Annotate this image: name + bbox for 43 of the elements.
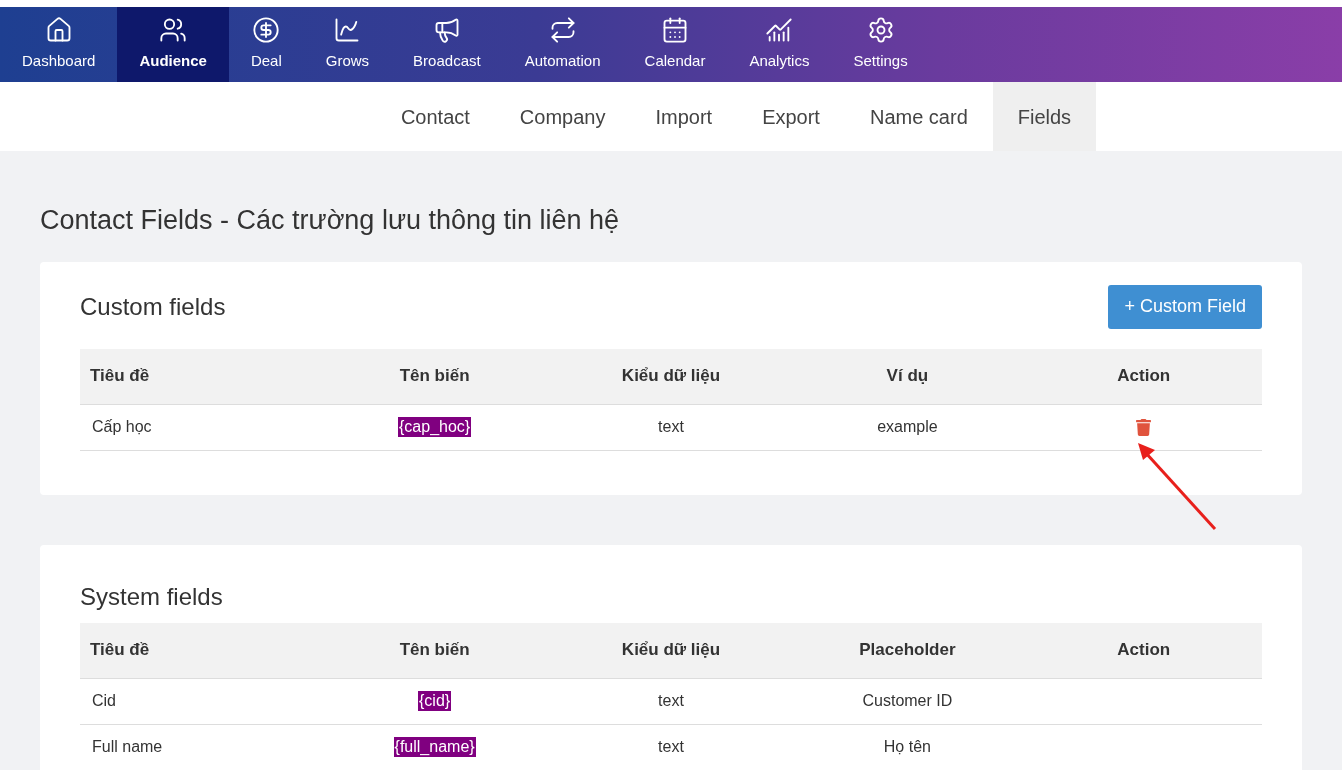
column-header: Kiểu dữ liệu [621, 639, 721, 662]
nav-item[interactable]: Deal [228, 7, 304, 82]
nav-item[interactable]: Grows [303, 7, 392, 82]
sub-tab[interactable]: Name card [844, 82, 993, 151]
section-title: Custom fields [80, 291, 226, 322]
table-cell-text: text [658, 691, 684, 711]
nav-item[interactable]: Automation [502, 7, 623, 82]
nav-item[interactable]: Calendar [622, 7, 728, 82]
sub-tab[interactable]: Fields [992, 82, 1097, 151]
table-cell-text: example [877, 417, 938, 437]
sub-tab[interactable]: Export [737, 82, 845, 151]
column-header: Tên biến [399, 639, 470, 662]
variable-tag: {full_name} [393, 737, 476, 757]
nav-item[interactable]: Analytics [727, 7, 832, 82]
column-header: Tiêu đề [89, 365, 150, 388]
table-cell-text: Cấp học [91, 417, 152, 437]
column-header: Placeholder [859, 639, 956, 662]
sub-tab[interactable]: Import [630, 82, 738, 151]
table-cell-text: Cid [91, 691, 116, 711]
nav-item[interactable]: Broadcast [391, 7, 503, 82]
sub-tab[interactable]: Contact [375, 82, 495, 151]
page-title: Contact Fields - Các trường lưu thông tin liên hệ [40, 204, 621, 237]
nav-item[interactable]: Dashboard [0, 7, 118, 82]
variable-tag: {cap_hoc} [398, 417, 472, 437]
nav-item[interactable]: Settings [831, 7, 930, 82]
table-cell-text: Họ tên [883, 737, 931, 757]
nav-item[interactable]: Audience [117, 7, 229, 82]
delete-icon[interactable] [1135, 418, 1153, 436]
column-header: Tiêu đề [89, 639, 150, 662]
calendar-icon [661, 16, 689, 45]
table-cell-text: Full name [91, 737, 163, 757]
column-header: Kiểu dữ liệu [621, 365, 721, 388]
table-cell-text: Customer ID [862, 691, 953, 711]
section-title: System fields [80, 581, 224, 612]
sub-tab[interactable]: Company [494, 82, 631, 151]
variable-tag: {cid} [418, 691, 452, 711]
dollar-icon [252, 16, 281, 45]
column-header: Action [1117, 365, 1171, 388]
column-header: Action [1117, 639, 1171, 662]
column-header: Ví dụ [886, 365, 929, 388]
table-cell-text: text [658, 737, 684, 757]
table-cell-text: text [658, 417, 684, 437]
column-header: Tên biến [399, 365, 470, 388]
